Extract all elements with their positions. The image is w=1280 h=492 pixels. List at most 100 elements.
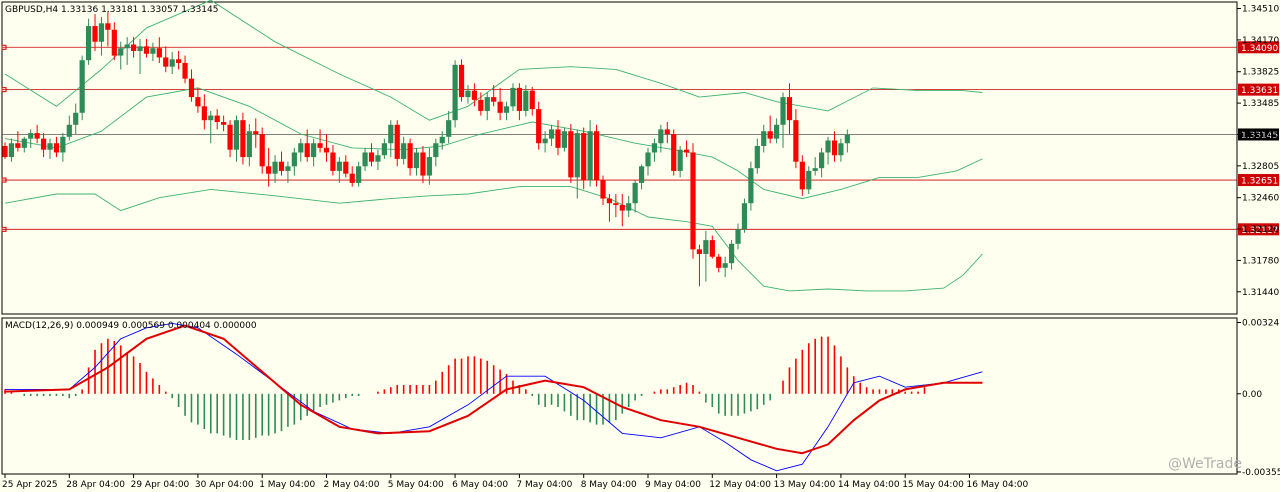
time-tick-label: 9 May 04:00 [645, 480, 701, 490]
candle-body [677, 149, 683, 171]
candle-body [98, 23, 105, 42]
time-tick-label: 13 May 04:00 [774, 480, 836, 490]
candle-body [786, 97, 793, 121]
candle-body [246, 131, 252, 158]
candle-body [285, 166, 291, 171]
candle-body [478, 99, 484, 111]
bull-candle[interactable] [741, 198, 748, 233]
candle-body [156, 48, 162, 58]
price-tick-label: 1.31440 [1242, 288, 1279, 298]
candle-body [47, 143, 53, 150]
candle-body [793, 120, 799, 162]
candle-body [240, 120, 246, 158]
macd-tick-label: -0.003552 [1242, 468, 1280, 478]
price-tick-label: 1.32805 [1242, 162, 1279, 172]
candle-body [323, 147, 330, 153]
bear-candle[interactable] [581, 127, 587, 190]
bull-candle[interactable] [79, 55, 85, 121]
time-tick-label: 8 May 04:00 [581, 480, 637, 490]
candle-body [304, 143, 310, 158]
candle-body [34, 133, 40, 139]
candle-body [510, 87, 516, 107]
candle-body [394, 124, 400, 159]
candle-body [651, 143, 658, 153]
candle-body [85, 26, 92, 61]
candle-body [105, 23, 111, 30]
time-tick-label: 12 May 04:00 [709, 480, 771, 490]
candle-body [555, 129, 561, 148]
candle-body [831, 140, 838, 156]
candle-body [741, 203, 748, 230]
candle-body [401, 143, 407, 159]
candle-body [163, 57, 169, 67]
candle-body [176, 59, 182, 63]
candle-body [426, 157, 432, 176]
candle-body [439, 136, 445, 144]
candle-body [761, 131, 767, 147]
candle-body [131, 44, 137, 51]
candle-body [221, 122, 227, 125]
candle-body [600, 180, 606, 199]
candle-body [336, 161, 342, 171]
candle-body [696, 249, 703, 254]
bear-candle[interactable] [568, 123, 574, 183]
price-tick-label: 1.33825 [1242, 68, 1279, 78]
candle-body [420, 152, 426, 176]
candle-body [838, 143, 844, 156]
candle-body [407, 143, 413, 169]
candle-body [581, 133, 587, 181]
time-tick-label: 16 May 04:00 [967, 480, 1029, 490]
candle-body [388, 124, 394, 144]
candle-body [79, 60, 85, 113]
candle-body [446, 120, 452, 137]
bear-candle[interactable] [671, 129, 677, 176]
trading-chart[interactable]: 1.331451.340901.336311.326511.32117 1.34… [0, 0, 1280, 492]
candle-body [645, 152, 651, 167]
candle-body [317, 143, 323, 148]
bear-candle[interactable] [690, 143, 696, 259]
macd-tick-label: 0.003241 [1242, 318, 1280, 328]
candle-body [844, 134, 850, 144]
bear-candle[interactable] [593, 124, 600, 187]
bear-candle[interactable] [458, 59, 465, 102]
time-tick-label: 25 Apr 2025 [2, 480, 58, 490]
candle-body [433, 143, 439, 158]
candle-body [812, 168, 818, 171]
candle-body [561, 131, 568, 148]
bear-candle[interactable] [240, 112, 246, 165]
candle-body [278, 161, 285, 171]
time-tick-label: 30 Apr 04:00 [195, 480, 254, 490]
candle-body [497, 101, 503, 113]
candle-body [613, 203, 619, 206]
candle-body [638, 166, 645, 183]
candle-body [491, 97, 497, 102]
candle-body [15, 143, 21, 148]
candle-body [343, 161, 349, 174]
candle-body [767, 131, 773, 139]
candle-body [311, 143, 317, 158]
candle-body [356, 166, 362, 183]
candle-body [362, 152, 368, 167]
candle-body [774, 124, 780, 139]
candle-body [272, 161, 278, 174]
watermark: @WeTrade [1168, 456, 1242, 472]
price-tick-label: 1.33485 [1242, 99, 1279, 109]
candle-body [60, 136, 66, 153]
candle-body [298, 143, 304, 153]
candle-body [2, 146, 8, 158]
candle-body [214, 115, 220, 123]
candle-body [619, 205, 625, 211]
candle-body [227, 124, 233, 150]
candle-body [201, 106, 207, 121]
candle-body [690, 152, 696, 250]
candle-body [169, 59, 175, 67]
candle-body [728, 243, 735, 264]
candle-body [722, 263, 728, 268]
price-tick-label: 1.32460 [1242, 194, 1279, 204]
time-tick-label: 14 May 04:00 [838, 480, 900, 490]
bull-candle[interactable] [452, 60, 458, 128]
candle-body [542, 138, 548, 144]
candle-body [92, 26, 98, 42]
candle-body [266, 166, 272, 174]
candle-body [658, 129, 664, 144]
